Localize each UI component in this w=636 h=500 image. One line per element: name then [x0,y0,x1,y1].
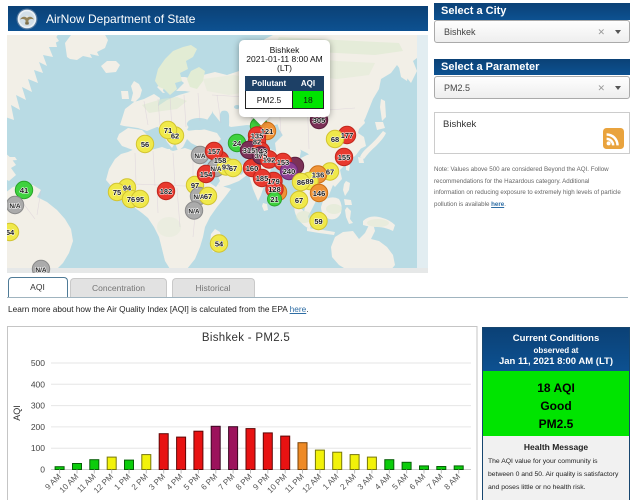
svg-text:157: 157 [208,147,221,156]
svg-text:240: 240 [283,167,296,176]
svg-text:146: 146 [313,189,326,198]
svg-text:67: 67 [326,167,334,176]
svg-text:67: 67 [229,164,237,173]
svg-text:0: 0 [40,465,45,475]
svg-text:153: 153 [277,158,290,167]
svg-text:95: 95 [136,195,144,204]
svg-text:315: 315 [243,146,256,155]
svg-text:N/A: N/A [9,203,21,210]
svg-text:97: 97 [191,181,199,190]
svg-text:N/A: N/A [188,208,200,215]
svg-text:56: 56 [141,140,149,149]
svg-text:54: 54 [7,228,15,237]
svg-text:300: 300 [31,401,45,411]
svg-text:86: 86 [297,178,305,187]
svg-text:200: 200 [31,422,45,432]
svg-text:100: 100 [31,443,45,453]
svg-text:54: 54 [215,239,224,248]
svg-text:160: 160 [246,164,259,173]
svg-text:89: 89 [305,177,313,186]
svg-text:500: 500 [31,358,45,368]
svg-text:177: 177 [341,131,354,140]
svg-text:128: 128 [268,185,281,194]
svg-text:305: 305 [313,116,326,125]
svg-text:67: 67 [295,196,303,205]
svg-text:400: 400 [31,379,45,389]
svg-text:41: 41 [20,186,28,195]
svg-text:21: 21 [270,195,278,204]
svg-text:94: 94 [123,183,132,192]
svg-text:182: 182 [160,187,173,196]
svg-text:AQI: AQI [12,405,22,421]
svg-text:N/A: N/A [35,267,47,273]
svg-text:76: 76 [127,195,135,204]
svg-text:24: 24 [233,139,242,148]
svg-text:71: 71 [164,126,172,135]
svg-text:75: 75 [113,188,121,197]
svg-text:59: 59 [314,217,322,226]
svg-text:Bishkek - PM2.5: Bishkek - PM2.5 [202,332,290,344]
svg-text:154: 154 [200,170,213,179]
svg-text:68: 68 [331,135,339,144]
svg-text:185: 185 [256,174,269,183]
svg-text:155: 155 [338,153,351,162]
svg-text:N/A: N/A [194,153,206,160]
svg-text:192: 192 [263,155,276,164]
svg-text:67: 67 [204,192,212,201]
